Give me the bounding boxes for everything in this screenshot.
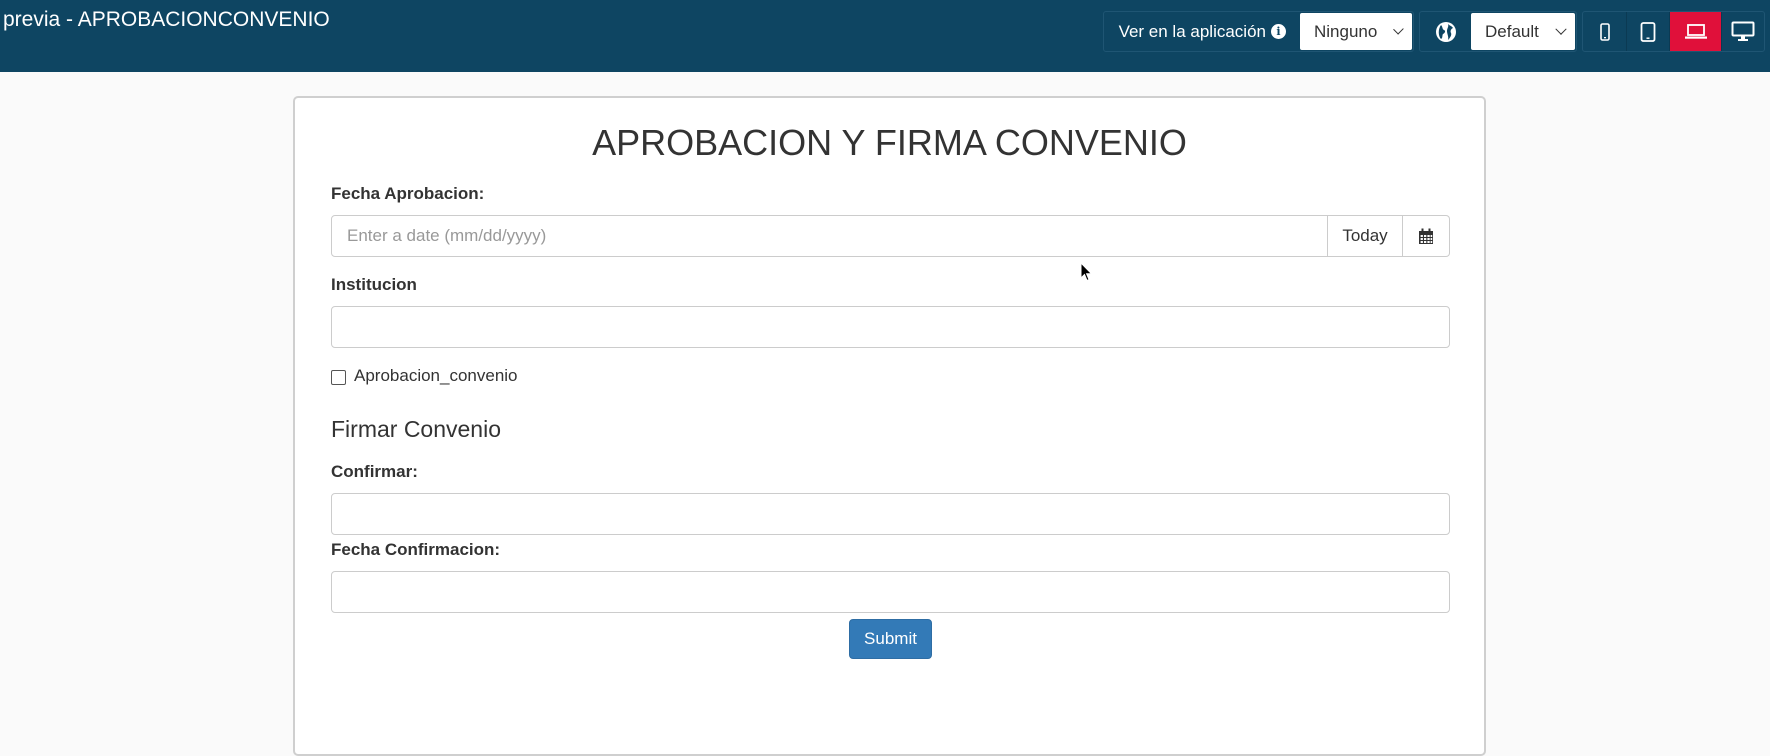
chevron-down-icon <box>1555 23 1567 35</box>
view-in-app-select[interactable]: Ninguno <box>1300 13 1412 50</box>
language-select-value: Default <box>1485 21 1539 41</box>
tablet-icon[interactable] <box>1626 12 1669 51</box>
confirmar-label: Confirmar: <box>331 462 418 481</box>
view-in-app-select-value: Ninguno <box>1314 21 1378 41</box>
fecha-aprobacion-input[interactable]: Enter a date (mm/dd/yyyy) <box>331 215 1328 257</box>
fecha-confirmacion-input[interactable] <box>331 571 1450 613</box>
form-title: APROBACION Y FIRMA CONVENIO <box>592 122 1187 163</box>
chevron-down-icon <box>1393 23 1404 34</box>
aprobacion-convenio-checkbox[interactable] <box>331 370 346 385</box>
info-icon[interactable]: i <box>1271 24 1286 39</box>
form-panel: APROBACION Y FIRMA CONVENIO Fecha Aproba… <box>293 96 1486 756</box>
confirmar-input[interactable] <box>331 493 1450 535</box>
aprobacion-convenio-row: Aprobacion_convenio <box>331 366 518 386</box>
desktop-icon[interactable] <box>1721 12 1764 51</box>
preview-toolbar: Ver en la aplicación i Ninguno Default <box>1102 11 1770 52</box>
top-bar: previa - APROBACIONCONVENIO Ver en la ap… <box>0 0 1770 72</box>
laptop-icon[interactable] <box>1669 12 1721 51</box>
calendar-icon <box>1419 228 1433 244</box>
view-in-app-group: Ver en la aplicación i Ninguno <box>1102 11 1414 52</box>
window-title: previa - APROBACIONCONVENIO <box>3 8 330 31</box>
mouse-cursor-icon <box>1080 262 1093 282</box>
section-title: Firmar Convenio <box>331 416 501 442</box>
institucion-label: Institucion <box>331 275 417 294</box>
device-switcher <box>1582 11 1765 52</box>
calendar-button[interactable] <box>1403 215 1450 257</box>
today-button[interactable]: Today <box>1328 215 1403 257</box>
view-in-app-label: Ver en la aplicación i <box>1104 12 1300 51</box>
fecha-aprobacion-label: Fecha Aprobacion: <box>331 184 485 203</box>
view-in-app-text: Ver en la aplicación <box>1118 21 1266 41</box>
institucion-input[interactable] <box>331 306 1450 348</box>
aprobacion-convenio-label: Aprobacion_convenio <box>354 366 518 385</box>
submit-button[interactable]: Submit <box>849 619 932 659</box>
globe-icon[interactable] <box>1420 12 1471 51</box>
fecha-confirmacion-label: Fecha Confirmacion: <box>331 540 501 559</box>
language-group: Default <box>1419 11 1577 52</box>
fecha-aprobacion-group: Enter a date (mm/dd/yyyy) Today <box>331 215 1450 257</box>
language-select[interactable]: Default <box>1471 13 1575 50</box>
mobile-icon[interactable] <box>1583 12 1626 51</box>
